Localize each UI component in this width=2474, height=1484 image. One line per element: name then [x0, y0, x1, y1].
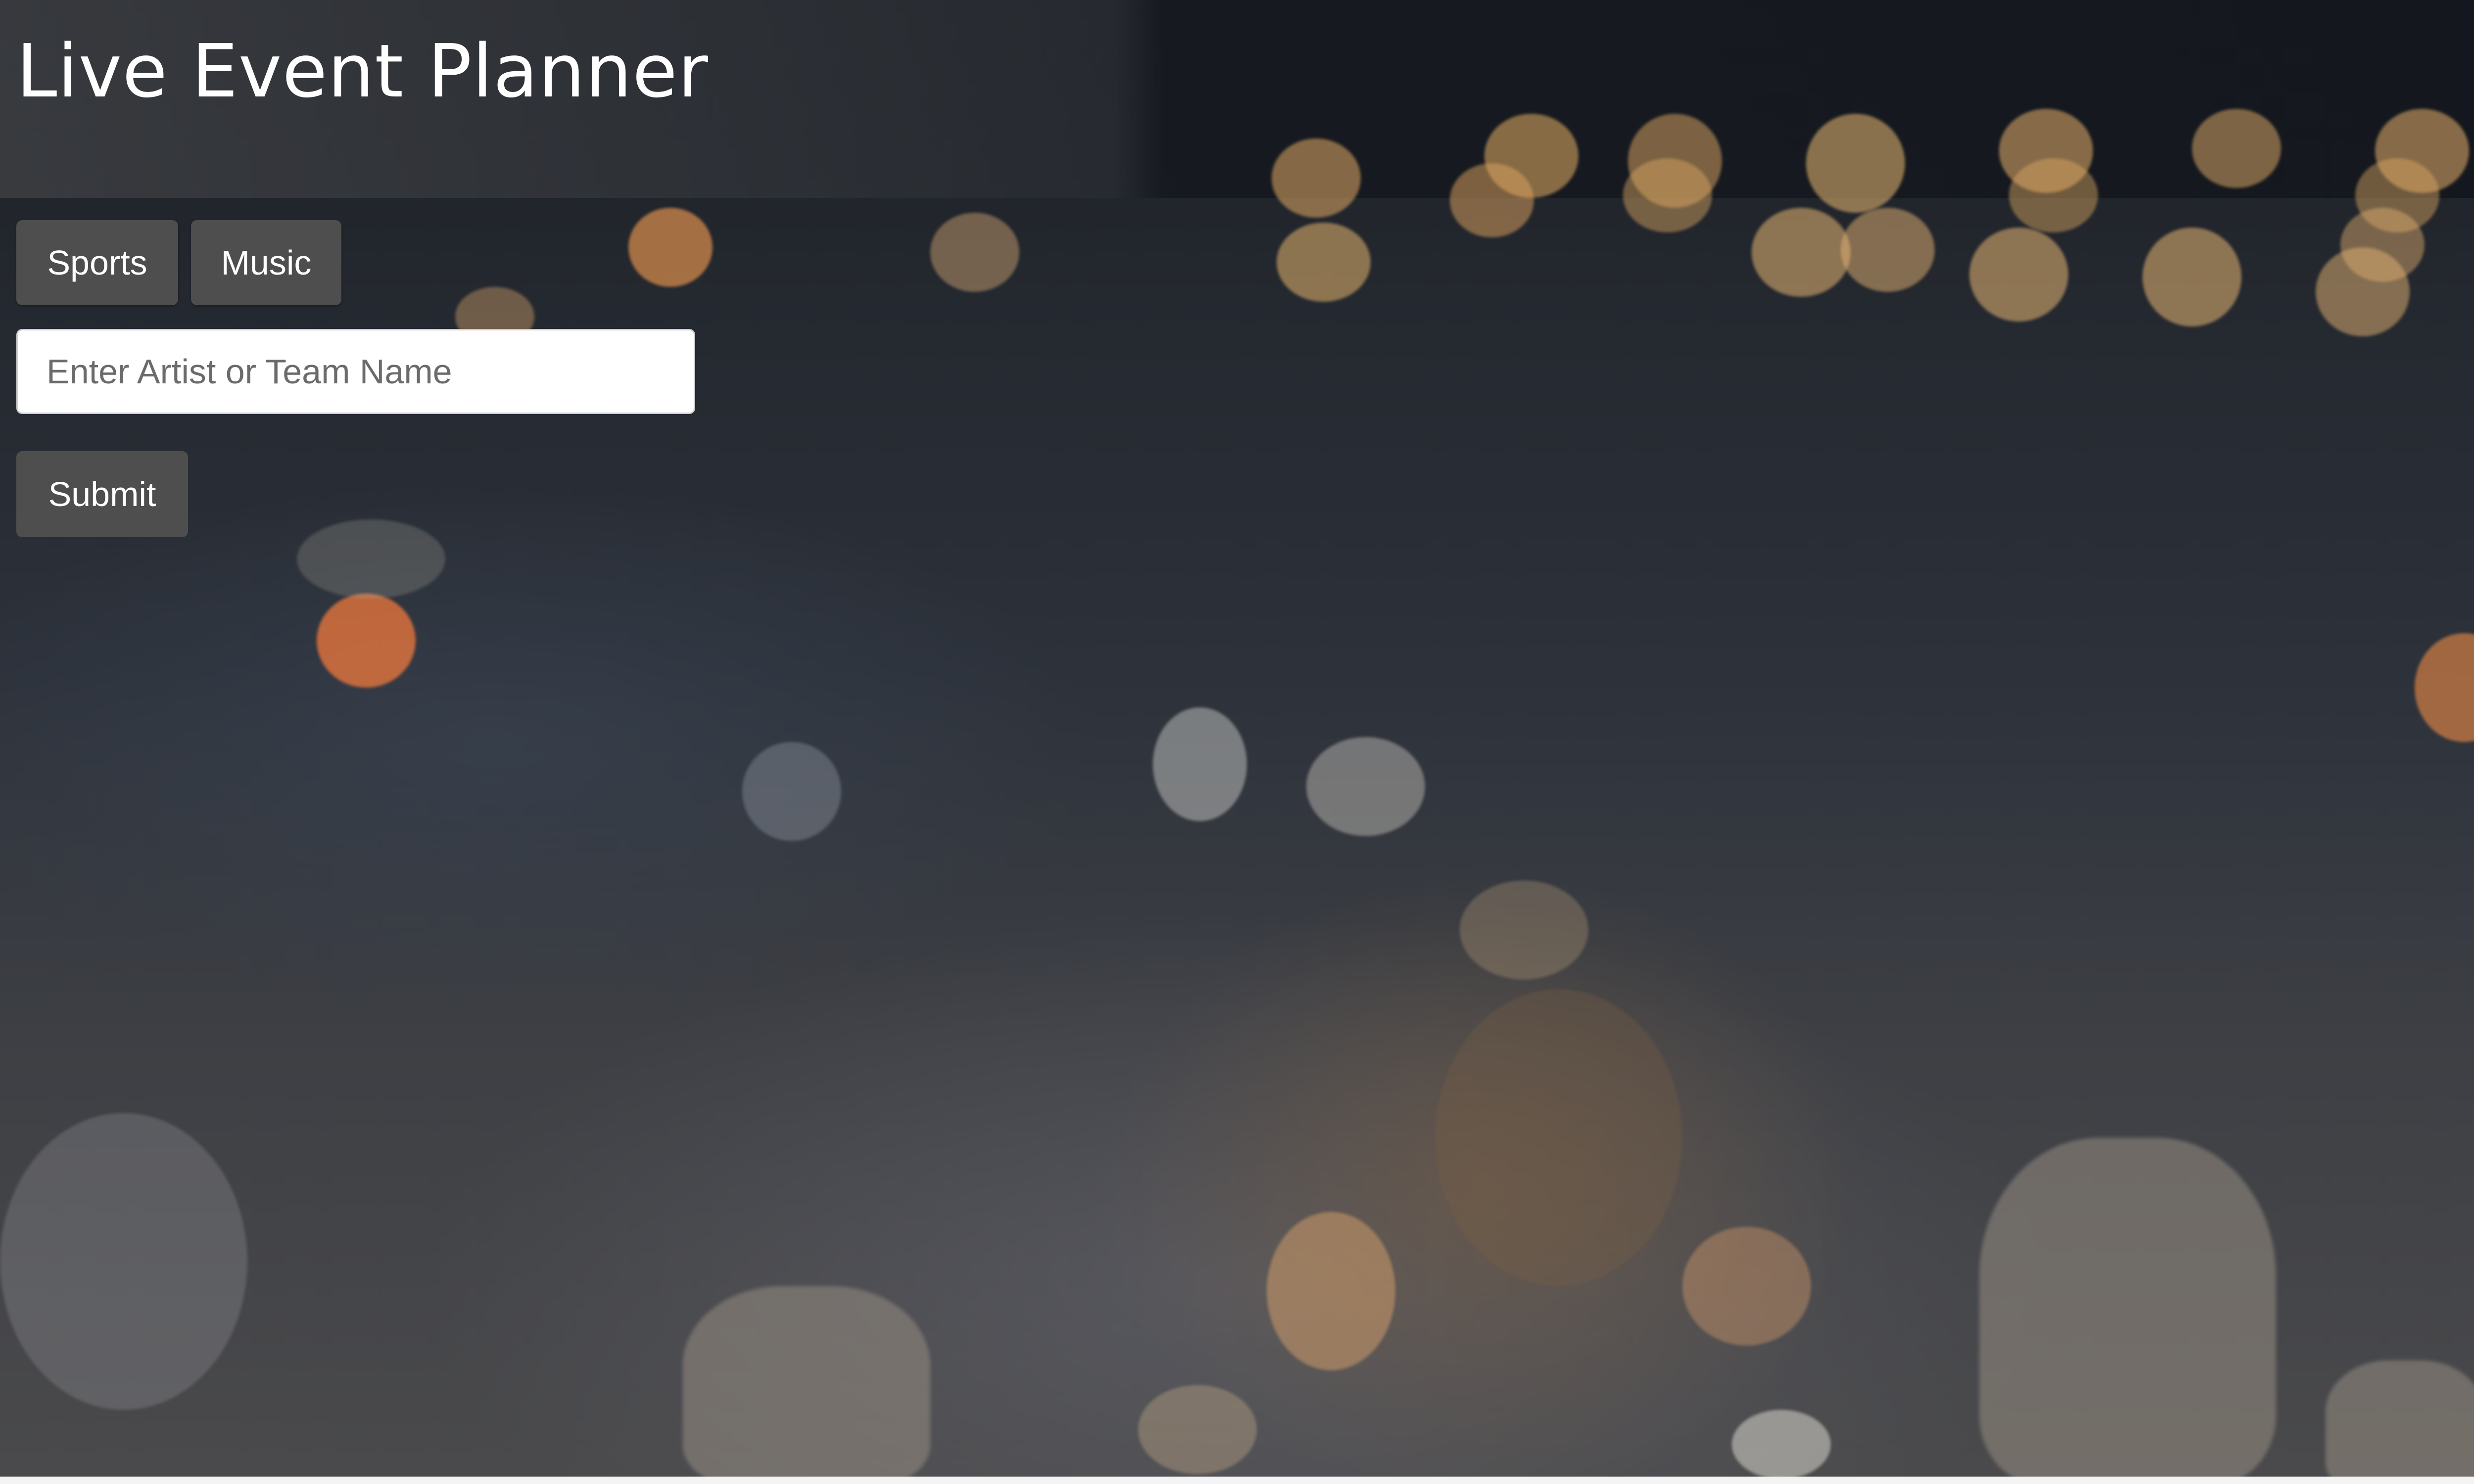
bokeh-light: [317, 594, 416, 688]
bokeh-light: [1969, 228, 2068, 322]
bokeh-light: [1277, 223, 1371, 302]
bokeh-light: [2192, 109, 2281, 188]
raised-hand: [683, 1286, 930, 1477]
bokeh-light: [1752, 208, 1851, 297]
search-input[interactable]: [16, 329, 695, 414]
page-bottom-edge: [0, 1477, 2474, 1484]
bokeh-light: [0, 1113, 247, 1410]
bokeh-light: [2415, 633, 2474, 742]
bokeh-light: [1306, 737, 1425, 836]
page-title: Live Event Planner: [16, 29, 709, 114]
bokeh-light: [1435, 989, 1682, 1286]
bokeh-light: [1806, 114, 1905, 213]
bokeh-light: [1272, 139, 1361, 218]
bokeh-light: [1450, 163, 1534, 237]
bokeh-light: [1153, 707, 1247, 821]
background-concert-image: [0, 0, 2474, 1477]
bokeh-light: [2142, 228, 2241, 326]
bokeh-light: [1682, 1227, 1811, 1345]
bokeh-light: [1460, 881, 1588, 979]
bokeh-light: [742, 742, 841, 841]
bokeh-light: [628, 208, 713, 287]
bokeh-light: [1841, 208, 1935, 292]
sports-button[interactable]: Sports: [16, 220, 178, 305]
raised-hand: [1979, 1138, 2276, 1477]
bokeh-light: [930, 213, 1019, 292]
bokeh-light: [1138, 1385, 1257, 1474]
bokeh-light: [2009, 158, 2098, 232]
bokeh-light: [297, 519, 445, 599]
bokeh-light: [1623, 158, 1712, 232]
bokeh-light: [2340, 208, 2425, 282]
music-button[interactable]: Music: [191, 220, 341, 305]
bokeh-light: [1732, 1410, 1831, 1477]
raised-hand: [2326, 1360, 2474, 1477]
bokeh-light: [1267, 1212, 1395, 1370]
submit-button[interactable]: Submit: [16, 451, 188, 537]
